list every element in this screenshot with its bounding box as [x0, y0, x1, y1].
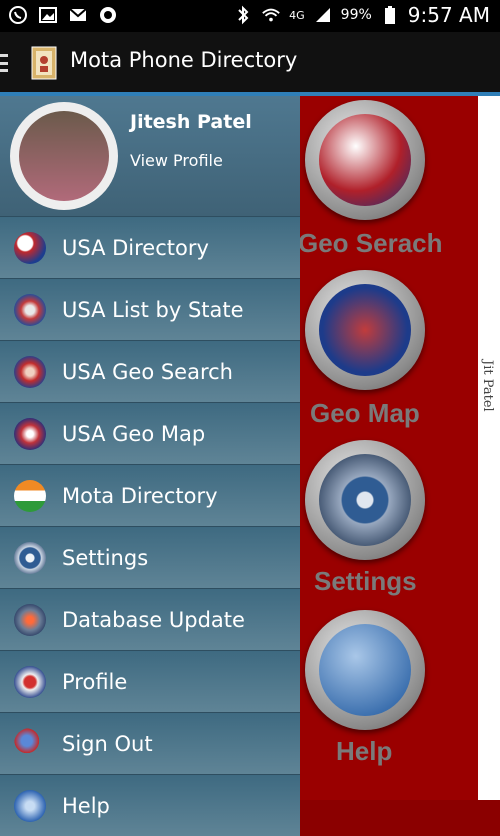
menu-item-label: Help	[62, 793, 110, 818]
geo-map-icon	[14, 417, 46, 450]
drawer-menu: USA Directory USA List by State USA Geo …	[0, 216, 300, 836]
help-icon	[14, 789, 46, 822]
profile-name: Jitesh Patel	[130, 111, 252, 133]
menu-item-label: USA Geo Map	[62, 421, 206, 446]
clock: 9:57 AM	[407, 3, 490, 27]
menu-item-label: Sign Out	[62, 731, 153, 756]
side-strip	[478, 96, 500, 800]
menu-item-label: Settings	[62, 545, 149, 570]
settings-label: Settings	[314, 566, 417, 596]
drawer-toggle-icon[interactable]	[0, 54, 8, 72]
gear-icon	[319, 454, 411, 546]
menu-item-label: USA List by State	[62, 297, 244, 322]
menu-item-label: USA Geo Search	[62, 359, 233, 384]
menu-item-database-update[interactable]: Database Update	[0, 588, 300, 650]
navigation-drawer: Jitesh Patel View Profile USA Directory …	[0, 96, 300, 836]
help-icon	[319, 624, 411, 716]
bluetooth-icon	[233, 5, 253, 25]
watermark-text: Jit Patel	[480, 360, 495, 412]
profile-header[interactable]: Jitesh Patel View Profile	[0, 96, 300, 216]
menu-item-label: Mota Directory	[62, 483, 218, 508]
geo-search-button[interactable]	[305, 100, 425, 220]
signal-icon	[313, 5, 333, 25]
help-label: Help	[336, 736, 393, 766]
menu-item-label: USA Directory	[62, 235, 209, 260]
status-bar: 4G 99% 9:57 AM	[0, 0, 500, 32]
menu-item-label: Profile	[62, 669, 128, 694]
action-bar: Mota Phone Directory	[0, 32, 500, 94]
geo-map-icon	[319, 284, 411, 376]
geo-search-icon	[319, 114, 411, 206]
geo-search-icon	[14, 355, 46, 388]
help-button[interactable]	[305, 610, 425, 730]
gallery-icon	[38, 5, 58, 25]
app-logo-icon[interactable]	[30, 45, 60, 81]
menu-item-usa-list-by-state[interactable]: USA List by State	[0, 278, 300, 340]
us-flag-icon	[14, 231, 46, 264]
us-seal-icon	[14, 293, 46, 326]
menu-item-usa-directory[interactable]: USA Directory	[0, 216, 300, 278]
network-type: 4G	[289, 8, 305, 22]
menu-item-help[interactable]: Help	[0, 774, 300, 836]
wifi-icon	[261, 5, 281, 25]
menu-item-mota-directory[interactable]: Mota Directory	[0, 464, 300, 526]
menu-item-sign-out[interactable]: Sign Out	[0, 712, 300, 774]
menu-item-label: Database Update	[62, 607, 245, 632]
geo-search-label: Geo Serach	[298, 228, 443, 258]
database-update-icon	[14, 603, 46, 636]
menu-item-profile[interactable]: Profile	[0, 650, 300, 712]
india-flag-icon	[14, 479, 46, 512]
geo-map-button[interactable]	[305, 270, 425, 390]
menu-item-usa-geo-search[interactable]: USA Geo Search	[0, 340, 300, 402]
gmail-icon	[68, 5, 88, 25]
whatsapp-icon	[8, 5, 28, 25]
battery-icon	[380, 5, 400, 25]
menu-item-usa-geo-map[interactable]: USA Geo Map	[0, 402, 300, 464]
menu-item-settings[interactable]: Settings	[0, 526, 300, 588]
geo-map-label: Geo Map	[310, 398, 420, 428]
avatar[interactable]	[10, 102, 118, 210]
app-title: Mota Phone Directory	[70, 48, 298, 72]
sign-out-icon	[14, 727, 46, 760]
gear-icon	[14, 541, 46, 574]
settings-button[interactable]	[305, 440, 425, 560]
profile-photo	[19, 111, 109, 201]
view-profile-link[interactable]: View Profile	[130, 151, 223, 170]
profile-icon	[14, 665, 46, 698]
battery-percent: 99%	[340, 7, 372, 23]
app-notification-icon	[98, 5, 118, 25]
